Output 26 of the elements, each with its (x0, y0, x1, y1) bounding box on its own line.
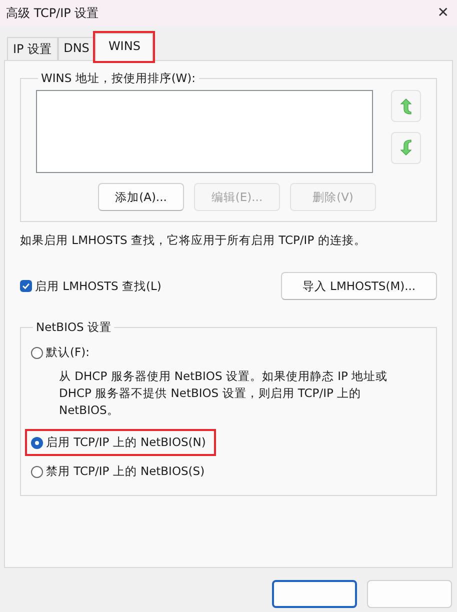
tab[interactable]: IP 设置 (7, 37, 58, 60)
close-button[interactable]: ✕ (437, 5, 449, 21)
tab[interactable]: WINS (95, 33, 154, 61)
radio-label: 启用 TCP/IP 上的 NetBIOS(N) (46, 435, 206, 450)
address-list[interactable] (36, 90, 373, 173)
dialog-button[interactable] (272, 580, 357, 608)
option-description: 从 DHCP 服务器使用 NetBIOS 设置。如果使用静态 IP 地址或 DHCP 服务器不提供 NetBIOS 设置，则启用 TCP/IP 上的 NetBIOS。 (59, 368, 389, 419)
radio-button[interactable] (31, 466, 43, 478)
radio-button[interactable] (31, 436, 43, 448)
radio-option[interactable]: 默认(F): (25, 341, 96, 364)
tab[interactable]: DNS (58, 37, 96, 60)
up-arrow-icon (399, 97, 413, 115)
window-title: 高级 TCP/IP 设置 (6, 4, 99, 22)
lmhosts-note: 如果启用 LMHOSTS 查找，它将应用于所有启用 TCP/IP 的连接。 (20, 233, 367, 248)
group-title: WINS 地址，按使用排序(W): (40, 71, 197, 86)
radio-button[interactable] (31, 346, 43, 358)
dialog-button[interactable]: 添加(A)... (98, 183, 184, 211)
radio-option[interactable]: 禁用 TCP/IP 上的 NetBIOS(S) (25, 460, 211, 483)
radio-label: 禁用 TCP/IP 上的 NetBIOS(S) (46, 464, 205, 479)
group-title: NetBIOS 设置 (35, 320, 112, 335)
down-arrow-icon (399, 139, 413, 157)
radio-label: 默认(F): (46, 345, 90, 360)
import-button[interactable]: 导入 LMHOSTS(M)... (281, 272, 437, 300)
checkbox-label: 启用 LMHOSTS 查找(L) (35, 278, 162, 294)
checkbox[interactable] (20, 280, 32, 292)
radio-option[interactable]: 启用 TCP/IP 上的 NetBIOS(N) (25, 429, 216, 456)
